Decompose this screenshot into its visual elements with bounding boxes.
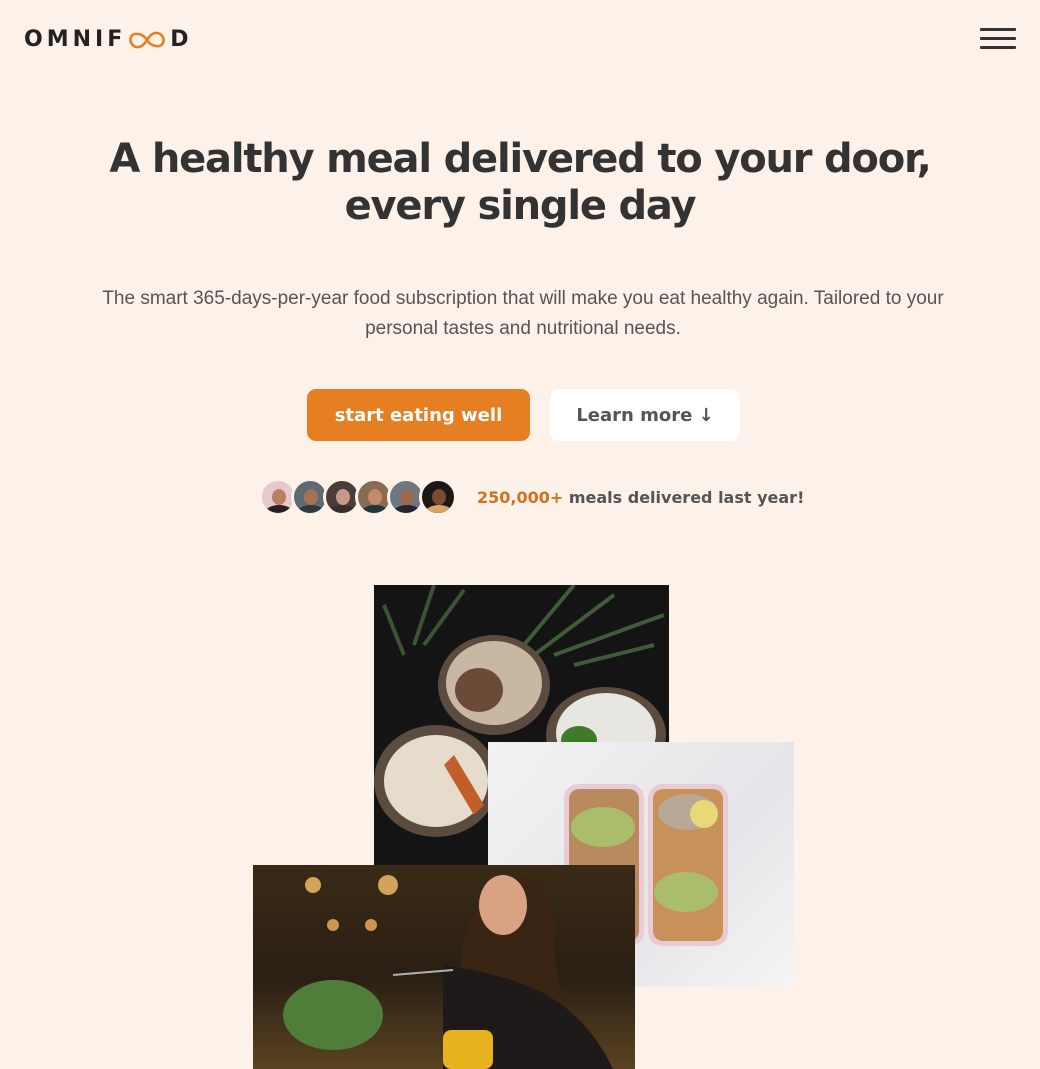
logo-text-end: D [170,27,193,52]
hero-title-line2: every single day [344,183,697,229]
omnifood-logo[interactable]: OMNIF D [24,27,193,52]
delivered-count: 250,000+ [477,487,564,507]
menu-line [980,46,1016,49]
hero-title-line1: A healthy meal delivered to your door, [109,136,931,182]
avatar [419,478,457,516]
logo-text-start: OMNIF [24,27,127,52]
woman-enjoying-food-photo [253,865,635,1069]
learn-more-button[interactable]: Learn more ↓ [550,389,740,441]
start-eating-well-button[interactable]: start eating well [307,389,530,441]
delivered-meals-text: 250,000+ meals delivered last year! [477,488,804,507]
hero-title: A healthy meal delivered to your door, e… [0,136,1040,230]
menu-line [980,28,1016,31]
delivered-meals: 250,000+ meals delivered last year! [259,476,804,518]
hamburger-menu-icon[interactable] [980,28,1018,52]
delivered-label: meals delivered last year! [563,487,805,507]
site-header: OMNIF D [0,0,1040,80]
woman-illustration [283,875,613,1069]
hero-description: The smart 365-days-per-year food subscri… [102,288,944,339]
customer-avatars [259,478,457,516]
menu-line [980,37,1016,40]
infinity-icon [129,31,166,48]
